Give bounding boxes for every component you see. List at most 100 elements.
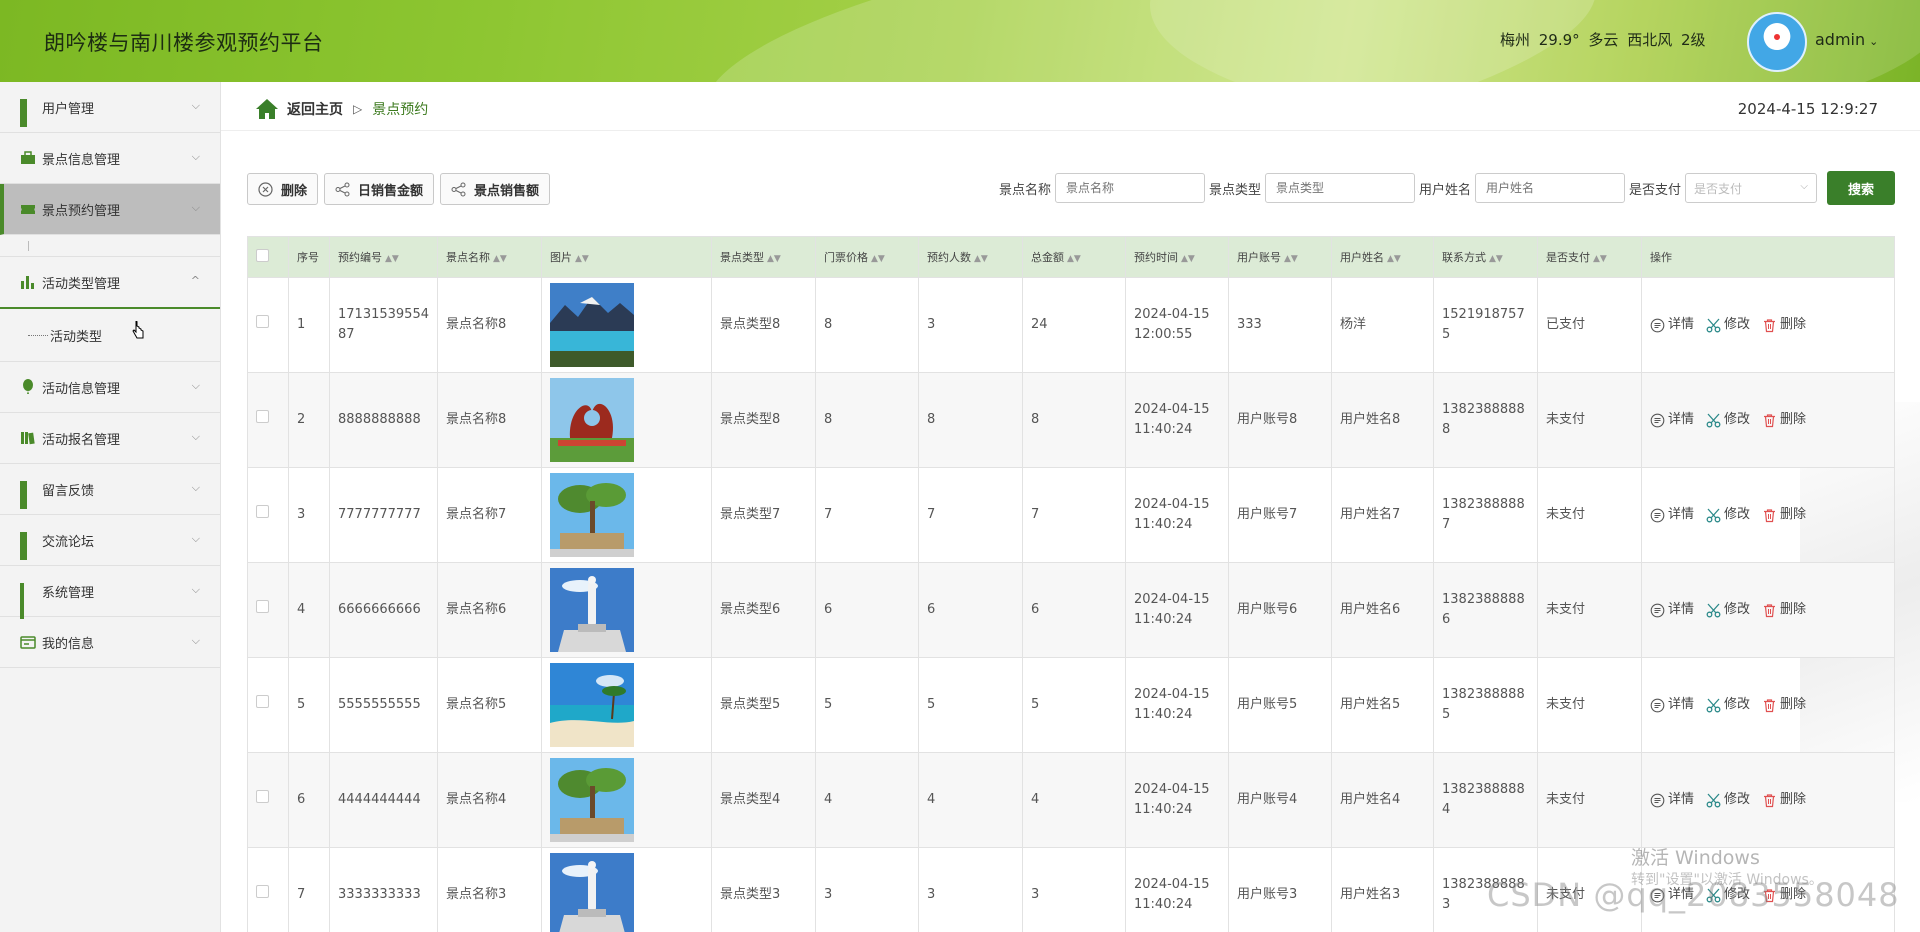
column-header[interactable]: 景点名称 ▲▼ xyxy=(437,236,542,278)
column-header[interactable]: 预约时间 ▲▼ xyxy=(1125,236,1229,278)
column-header[interactable]: 图片 ▲▼ xyxy=(541,236,712,278)
edit-button[interactable]: 修改 xyxy=(1706,695,1750,715)
column-header[interactable]: 联系方式 ▲▼ xyxy=(1433,236,1538,278)
delete-row-button[interactable]: 删除 xyxy=(1762,505,1806,525)
daily-sales-button[interactable]: 日销售金额 xyxy=(324,173,435,205)
cell-price: 5 xyxy=(815,657,919,753)
app-title: 朗吟楼与南川楼参观预约平台 xyxy=(44,31,324,55)
row-checkbox[interactable] xyxy=(247,372,289,468)
paid-select[interactable]: 是否支付 ⌵ xyxy=(1685,173,1817,203)
delete-row-button[interactable]: 删除 xyxy=(1762,790,1806,810)
detail-button[interactable]: 详情 xyxy=(1650,600,1694,620)
cell-code: 6666666666 xyxy=(329,562,438,658)
sidebar-item-system[interactable]: 系统管理 ⌵ xyxy=(0,566,220,619)
delete-row-button[interactable]: 删除 xyxy=(1762,315,1806,335)
cell-phone: 13823888886 xyxy=(1433,562,1538,658)
cell-total: 3 xyxy=(1022,847,1126,932)
submenu-item-activity-type[interactable]: 活动类型 xyxy=(0,309,220,362)
sidebar-item-user-management[interactable]: 用户管理 ⌵ xyxy=(0,82,220,133)
cell-time: 2024-04-15 11:40:24 xyxy=(1125,467,1229,563)
cell-time: 2024-04-15 11:40:24 xyxy=(1125,562,1229,658)
sidebar-item-feedback[interactable]: 留言反馈 ⌵ xyxy=(0,464,220,515)
chevron-down-icon: ⌵ xyxy=(191,201,200,214)
spot-name-input[interactable] xyxy=(1054,173,1205,203)
spot-thumbnail[interactable] xyxy=(550,853,634,932)
spot-thumbnail[interactable] xyxy=(550,283,634,367)
cell-paid: 未支付 xyxy=(1537,467,1642,563)
cell-no: 6 xyxy=(288,752,330,848)
sidebar-item-my-info[interactable]: 我的信息 ⌵ xyxy=(0,617,220,668)
cell-paid: 已支付 xyxy=(1537,277,1642,373)
search-button[interactable]: 搜索 xyxy=(1827,171,1895,205)
cell-total: 24 xyxy=(1022,277,1126,373)
edit-button[interactable]: 修改 xyxy=(1706,315,1750,335)
column-header[interactable]: 景点类型 ▲▼ xyxy=(711,236,816,278)
column-header[interactable]: 预约人数 ▲▼ xyxy=(918,236,1023,278)
top-header: 朗吟楼与南川楼参观预约平台 梅州 29.9° 多云 西北风 2级 admin ⌄ xyxy=(0,0,1920,82)
column-header[interactable]: 用户账号 ▲▼ xyxy=(1228,236,1332,278)
spot-thumbnail[interactable] xyxy=(550,473,634,557)
avatar[interactable] xyxy=(1747,12,1807,72)
row-checkbox[interactable] xyxy=(247,467,289,563)
edit-button[interactable]: 修改 xyxy=(1706,790,1750,810)
sidebar-item-forum[interactable]: 交流论坛 ⌵ xyxy=(0,515,220,566)
sidebar-item-activity-signup[interactable]: 活动报名管理 ⌵ xyxy=(0,413,220,464)
cell-actions: 详情 修改 删除 xyxy=(1641,657,1895,753)
user-name-input[interactable] xyxy=(1474,173,1625,203)
close-circle-icon xyxy=(258,181,273,197)
spot-thumbnail[interactable] xyxy=(550,758,634,842)
delete-row-button[interactable]: 删除 xyxy=(1762,410,1806,430)
delete-row-button[interactable]: 删除 xyxy=(1762,600,1806,620)
spot-thumbnail[interactable] xyxy=(550,378,634,462)
submenu-item-label: 活动类型 xyxy=(50,329,103,345)
table-row: 3 7777777777 景点名称7 景点类型7 7 7 7 2024-04-15 11:40… xyxy=(247,467,1895,563)
column-header[interactable]: 总金额 ▲▼ xyxy=(1022,236,1126,278)
spot-sales-button[interactable]: 景点销售额 xyxy=(440,173,551,205)
cell-phone: 13823888887 xyxy=(1433,467,1538,563)
detail-button[interactable]: 详情 xyxy=(1650,315,1694,335)
breadcrumb-current: 景点预约 xyxy=(372,102,429,118)
cell-time: 2024-04-15 11:40:24 xyxy=(1125,752,1229,848)
spot-thumbnail[interactable] xyxy=(550,663,634,747)
column-header[interactable]: 预约编号 ▲▼ xyxy=(329,236,438,278)
edit-button[interactable]: 修改 xyxy=(1706,410,1750,430)
sidebar-item-activity-type[interactable]: 活动类型管理 ^ xyxy=(0,257,220,309)
column-header[interactable]: 是否支付 ▲▼ xyxy=(1537,236,1642,278)
cell-count: 3 xyxy=(918,847,1023,932)
breadcrumb-home-link[interactable]: 返回主页 xyxy=(287,99,343,119)
delete-row-button[interactable]: 删除 xyxy=(1762,695,1806,715)
column-header[interactable]: 门票价格 ▲▼ xyxy=(815,236,919,278)
booking-table: 序号 预约编号 ▲▼ 景点名称 ▲▼ 图片 ▲▼ 景点类型 ▲▼ 门票价格 ▲▼ 预约人数… xyxy=(247,236,1895,932)
row-checkbox[interactable] xyxy=(247,847,289,932)
cell-paid: 未支付 xyxy=(1537,372,1642,468)
row-checkbox[interactable] xyxy=(247,277,289,373)
column-header[interactable]: 用户姓名 ▲▼ xyxy=(1331,236,1434,278)
detail-button[interactable]: 详情 xyxy=(1650,695,1694,715)
delete-button[interactable]: 删除 xyxy=(247,173,319,205)
row-checkbox[interactable] xyxy=(247,752,289,848)
spot-thumbnail[interactable] xyxy=(550,568,634,652)
detail-button[interactable]: 详情 xyxy=(1650,505,1694,525)
cell-total: 6 xyxy=(1022,562,1126,658)
breadcrumb-separator: ▷ xyxy=(353,102,363,116)
spot-type-input[interactable] xyxy=(1264,173,1415,203)
hand-cursor-icon xyxy=(132,321,144,339)
cell-spot-name: 景点名称7 xyxy=(437,467,542,563)
cell-account: 333 xyxy=(1228,277,1332,373)
edit-button[interactable]: 修改 xyxy=(1706,600,1750,620)
user-menu[interactable]: admin ⌄ xyxy=(1815,30,1878,49)
cell-image xyxy=(541,562,712,658)
cell-actions: 详情 修改 删除 xyxy=(1641,752,1895,848)
sidebar-item-spot-info[interactable]: 景点信息管理 ⌵ xyxy=(0,133,220,184)
row-checkbox[interactable] xyxy=(247,562,289,658)
row-checkbox[interactable] xyxy=(247,657,289,753)
sidebar-item-spot-booking[interactable]: 景点预约管理 ⌵ xyxy=(0,184,220,235)
select-all-checkbox[interactable] xyxy=(247,236,289,278)
cell-time: 2024-04-15 11:40:24 xyxy=(1125,847,1229,932)
detail-button[interactable]: 详情 xyxy=(1650,790,1694,810)
sidebar-item-activity-info[interactable]: 活动信息管理 ⌵ xyxy=(0,362,220,413)
edit-button[interactable]: 修改 xyxy=(1706,505,1750,525)
detail-button[interactable]: 详情 xyxy=(1650,410,1694,430)
home-icon[interactable] xyxy=(255,98,279,120)
share-icon xyxy=(451,182,466,196)
